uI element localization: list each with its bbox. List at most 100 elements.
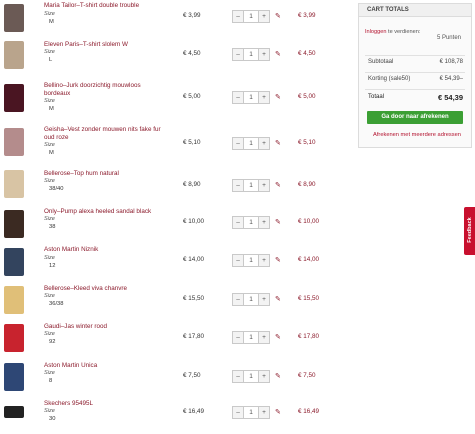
feedback-tab[interactable]: Feedback	[464, 207, 475, 255]
quantity-stepper: – 1 +	[232, 293, 270, 306]
quantity-stepper: – 1 +	[232, 370, 270, 383]
product-thumbnail[interactable]	[4, 210, 24, 238]
product-name[interactable]: Gaudi–Jas winter rood	[44, 323, 162, 331]
size-value: M	[49, 19, 54, 25]
product-name[interactable]: Only–Pump alexa heeled sandal black	[44, 208, 162, 216]
edit-icon[interactable]: ✎	[275, 139, 281, 147]
decrease-qty-button[interactable]: –	[233, 217, 244, 228]
product-thumbnail[interactable]	[4, 4, 24, 32]
quantity-stepper: – 1 +	[232, 179, 270, 192]
edit-icon[interactable]: ✎	[275, 295, 281, 303]
proceed-to-checkout-button[interactable]: Ga door naar afrekenen	[367, 111, 463, 124]
decrease-qty-button[interactable]: –	[233, 294, 244, 305]
row-total: € 10,00	[298, 218, 320, 225]
grand-total-value: € 54,39	[437, 93, 463, 102]
edit-icon[interactable]: ✎	[275, 50, 281, 58]
row-total: € 14,00	[298, 256, 320, 263]
decrease-qty-button[interactable]: –	[233, 407, 244, 418]
product-name[interactable]: Bellerose–Top hum natural	[44, 170, 162, 178]
quantity-value[interactable]: 1	[244, 92, 258, 103]
multi-address-checkout-link[interactable]: Afrekenen met meerdere adressen	[365, 132, 469, 138]
product-thumbnail[interactable]	[4, 41, 24, 69]
discount-label: Korting (sale50)	[368, 76, 411, 82]
decrease-qty-button[interactable]: –	[233, 371, 244, 382]
login-link[interactable]: Inloggen	[365, 29, 386, 35]
size-label: Size	[44, 11, 55, 17]
row-total: € 8,90	[298, 181, 316, 188]
edit-icon[interactable]: ✎	[275, 372, 281, 380]
quantity-stepper: – 1 +	[232, 91, 270, 104]
product-thumbnail[interactable]	[4, 248, 24, 276]
edit-icon[interactable]: ✎	[275, 333, 281, 341]
edit-icon[interactable]: ✎	[275, 12, 281, 20]
quantity-value[interactable]: 1	[244, 180, 258, 191]
product-name[interactable]: Skechers 95495L	[44, 400, 162, 408]
quantity-value[interactable]: 1	[244, 294, 258, 305]
edit-icon[interactable]: ✎	[275, 408, 281, 416]
quantity-value[interactable]: 1	[244, 138, 258, 149]
decrease-qty-button[interactable]: –	[233, 11, 244, 22]
unit-price: € 16,49	[183, 408, 205, 415]
edit-icon[interactable]: ✎	[275, 256, 281, 264]
cart-row: Gaudi–Jas winter rood Size 92 € 17,80 – …	[0, 321, 350, 357]
unit-price: € 5,00	[183, 93, 201, 100]
edit-icon[interactable]: ✎	[275, 218, 281, 226]
product-name[interactable]: Geisha–Vest zonder mouwen nits fake fur …	[44, 126, 162, 142]
cart-row: Only–Pump alexa heeled sandal black Size…	[0, 206, 350, 242]
product-name[interactable]: Eleven Paris–T-shirt slolem W	[44, 41, 162, 49]
product-name[interactable]: Aston Martin Niznik	[44, 246, 162, 254]
increase-qty-button[interactable]: +	[258, 138, 269, 149]
edit-icon[interactable]: ✎	[275, 93, 281, 101]
points-value: 5 Punten	[436, 35, 461, 41]
increase-qty-button[interactable]: +	[258, 255, 269, 266]
quantity-stepper: – 1 +	[232, 331, 270, 344]
product-name[interactable]: Bellerose–Kleed viva chanvre	[44, 285, 162, 293]
row-total: € 7,50	[298, 372, 316, 379]
quantity-value[interactable]: 1	[244, 255, 258, 266]
decrease-qty-button[interactable]: –	[233, 180, 244, 191]
product-thumbnail[interactable]	[4, 324, 24, 352]
quantity-value[interactable]: 1	[244, 371, 258, 382]
increase-qty-button[interactable]: +	[258, 11, 269, 22]
increase-qty-button[interactable]: +	[258, 371, 269, 382]
product-thumbnail[interactable]	[4, 406, 24, 418]
size-label: Size	[44, 98, 55, 104]
quantity-value[interactable]: 1	[244, 11, 258, 22]
product-thumbnail[interactable]	[4, 128, 24, 156]
product-thumbnail[interactable]	[4, 286, 24, 314]
product-thumbnail[interactable]	[4, 363, 24, 391]
quantity-value[interactable]: 1	[244, 217, 258, 228]
quantity-value[interactable]: 1	[244, 332, 258, 343]
product-name[interactable]: Bellino–Jurk doorzichtig mouwloos bordea…	[44, 82, 162, 98]
increase-qty-button[interactable]: +	[258, 294, 269, 305]
increase-qty-button[interactable]: +	[258, 180, 269, 191]
decrease-qty-button[interactable]: –	[233, 92, 244, 103]
increase-qty-button[interactable]: +	[258, 407, 269, 418]
decrease-qty-button[interactable]: –	[233, 255, 244, 266]
increase-qty-button[interactable]: +	[258, 49, 269, 60]
increase-qty-button[interactable]: +	[258, 217, 269, 228]
cart-totals-heading: CART TOTALS	[359, 4, 471, 17]
product-thumbnail[interactable]	[4, 84, 24, 112]
product-name[interactable]: Aston Martin Unica	[44, 362, 162, 370]
size-label: Size	[44, 408, 55, 414]
subtotal-value: € 108,78	[439, 59, 463, 65]
decrease-qty-button[interactable]: –	[233, 49, 244, 60]
unit-price: € 10,00	[183, 218, 205, 225]
decrease-qty-button[interactable]: –	[233, 332, 244, 343]
row-total: € 5,10	[298, 139, 316, 146]
quantity-stepper: – 1 +	[232, 48, 270, 61]
quantity-value[interactable]: 1	[244, 49, 258, 60]
unit-price: € 3,99	[183, 12, 201, 19]
row-total: € 4,50	[298, 50, 316, 57]
quantity-value[interactable]: 1	[244, 407, 258, 418]
size-value: 38/40	[49, 186, 64, 192]
product-name[interactable]: Maria Tailor–T-shirt double trouble	[44, 2, 162, 10]
product-thumbnail[interactable]	[4, 170, 24, 198]
increase-qty-button[interactable]: +	[258, 92, 269, 103]
unit-price: € 5,10	[183, 139, 201, 146]
feedback-label: Feedback	[467, 217, 473, 243]
edit-icon[interactable]: ✎	[275, 181, 281, 189]
decrease-qty-button[interactable]: –	[233, 138, 244, 149]
increase-qty-button[interactable]: +	[258, 332, 269, 343]
